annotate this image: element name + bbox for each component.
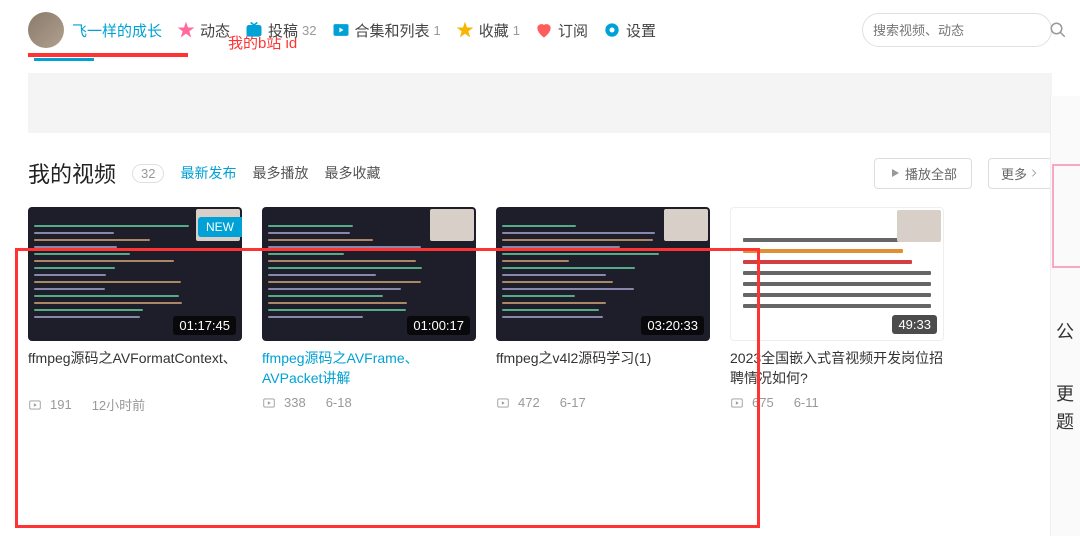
video-thumbnail[interactable]: 01:00:17 <box>262 207 476 341</box>
play-count-icon <box>496 396 510 410</box>
nav-upload[interactable]: 投稿 32 <box>244 20 316 41</box>
video-date: 12小时前 <box>92 395 145 414</box>
video-duration: 03:20:33 <box>641 316 704 335</box>
sort-latest[interactable]: 最新发布 <box>180 163 236 183</box>
video-views: 675 <box>752 395 774 410</box>
video-date: 6-17 <box>560 395 586 410</box>
play-all-button[interactable]: 播放全部 <box>874 158 972 189</box>
nav-fav[interactable]: 收藏 1 <box>455 20 520 41</box>
video-grid: NEW01:17:45ffmpeg源码之AVFormatContext、1911… <box>0 199 1080 422</box>
video-duration: 01:00:17 <box>407 316 470 335</box>
section-header: 我的视频 32 最新发布 最多播放 最多收藏 播放全部 更多 <box>0 133 1080 199</box>
video-title[interactable]: ffmpeg之v4l2源码学习(1) <box>496 349 710 389</box>
play-count-icon <box>28 398 42 412</box>
video-meta: 675 6-11 <box>730 395 944 410</box>
video-meta: 191 12小时前 <box>28 395 242 414</box>
video-card[interactable]: 01:00:17 ffmpeg源码之AVFrame、AVPacket讲解 338 6-… <box>262 207 476 414</box>
pink-side-box <box>1052 164 1080 268</box>
chevron-right-icon <box>1029 168 1039 178</box>
user-chip[interactable]: 飞一样的成长 <box>28 12 162 48</box>
play-count-icon <box>262 396 276 410</box>
video-card[interactable]: 03:20:33 ffmpeg之v4l2源码学习(1) 472 6-17 <box>496 207 710 414</box>
nav-dynamic[interactable]: 动态 <box>176 20 230 41</box>
video-date: 6-18 <box>326 395 352 410</box>
section-title: 我的视频 <box>28 157 116 189</box>
nav-settings[interactable]: 设置 <box>602 20 656 41</box>
side-panel <box>1050 96 1080 536</box>
video-title[interactable]: 2023全国嵌入式音视频开发岗位招聘情况如何? <box>730 349 944 389</box>
heart-icon <box>534 20 554 40</box>
video-date: 6-11 <box>794 395 819 410</box>
tv-icon <box>244 20 264 40</box>
video-thumbnail[interactable]: 03:20:33 <box>496 207 710 341</box>
side-text-gong: 公 <box>1056 318 1074 344</box>
search-box[interactable] <box>862 13 1052 47</box>
more-button[interactable]: 更多 <box>988 158 1052 189</box>
play-triangle-icon <box>889 167 901 179</box>
nav-sub[interactable]: 订阅 <box>534 20 588 41</box>
video-title[interactable]: ffmpeg源码之AVFormatContext、 <box>28 349 242 389</box>
video-duration: 01:17:45 <box>173 316 236 335</box>
video-card[interactable]: NEW01:17:45ffmpeg源码之AVFormatContext、1911… <box>28 207 242 414</box>
video-meta: 338 6-18 <box>262 395 476 410</box>
user-name: 飞一样的成长 <box>72 20 162 41</box>
intro-placeholder <box>28 73 1052 133</box>
star-fav-icon <box>455 20 475 40</box>
side-text-ti: 题 <box>1056 408 1074 434</box>
avatar <box>28 12 64 48</box>
sort-plays[interactable]: 最多播放 <box>252 163 308 183</box>
video-duration: 49:33 <box>892 315 937 334</box>
side-text-geng: 更 <box>1056 380 1074 406</box>
video-views: 472 <box>518 395 540 410</box>
star-icon <box>176 20 196 40</box>
nav-playlist[interactable]: 合集和列表 1 <box>331 20 441 41</box>
video-views: 191 <box>50 397 72 412</box>
search-input[interactable] <box>873 23 1049 38</box>
video-meta: 472 6-17 <box>496 395 710 410</box>
gear-icon <box>602 20 622 40</box>
video-title[interactable]: ffmpeg源码之AVFrame、AVPacket讲解 <box>262 349 476 389</box>
video-card[interactable]: 49:33 2023全国嵌入式音视频开发岗位招聘情况如何? 675 6-11 <box>730 207 944 414</box>
video-thumbnail[interactable]: 49:33 <box>730 207 944 341</box>
new-badge: NEW <box>198 217 242 237</box>
play-icon <box>331 20 351 40</box>
video-count: 32 <box>132 164 164 183</box>
video-views: 338 <box>284 395 306 410</box>
sort-favs[interactable]: 最多收藏 <box>324 163 380 183</box>
video-thumbnail[interactable]: NEW 01:17:45 <box>28 207 242 341</box>
play-count-icon <box>730 396 744 410</box>
search-icon[interactable] <box>1049 18 1067 42</box>
